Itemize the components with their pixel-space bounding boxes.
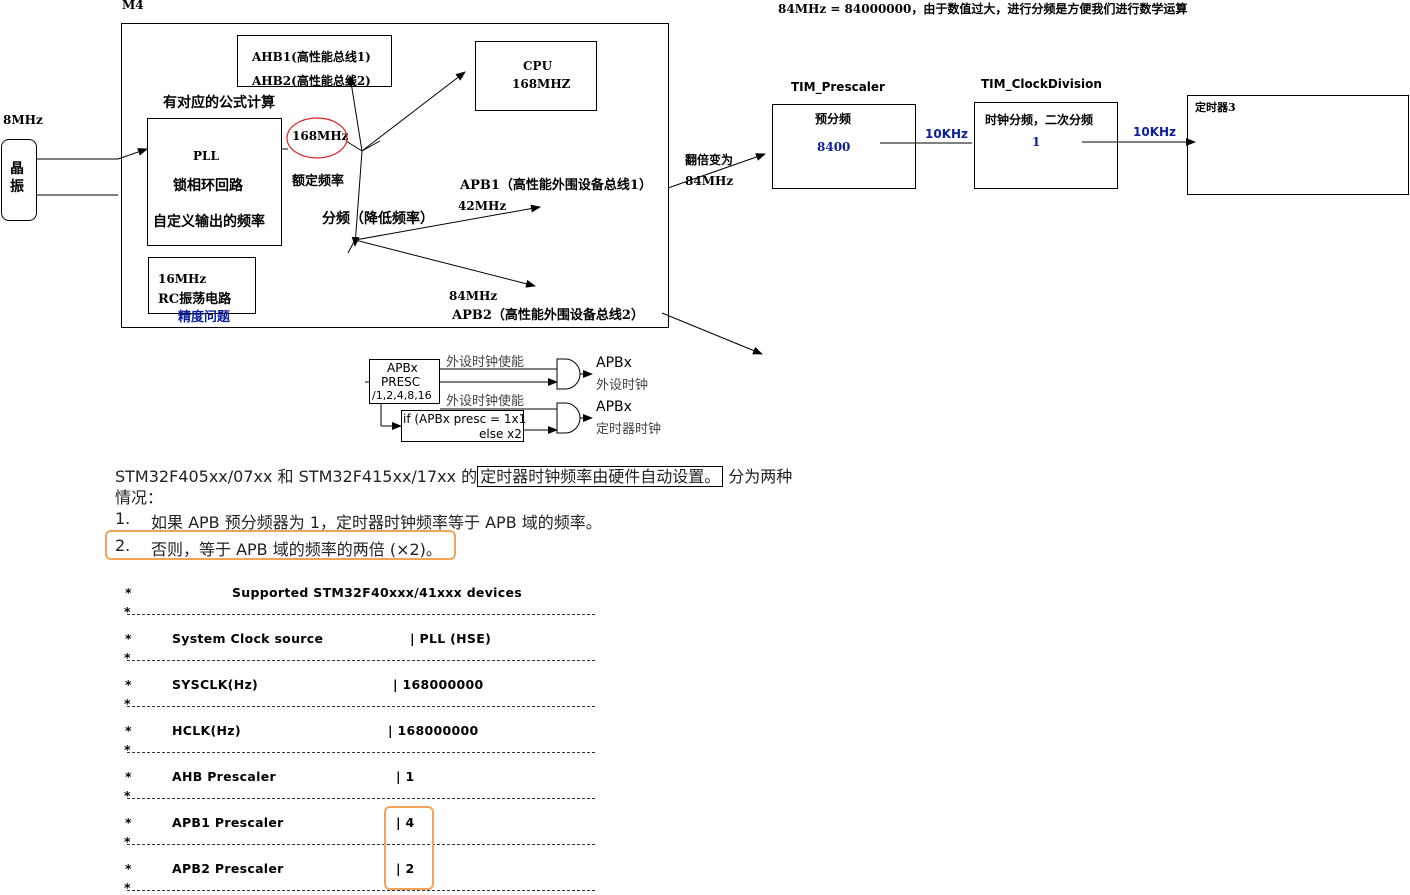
osc-to-pll-arrow (117, 148, 148, 160)
arrow-down-to-divider (351, 150, 363, 247)
gate1-shape (556, 358, 581, 390)
arrow-to-cpu (361, 71, 466, 152)
apb2-outside-arrow (661, 312, 763, 355)
split-stub (361, 140, 381, 152)
arrow-to-apb2 (354, 239, 536, 288)
apb1-to-prescaler-arrow (667, 153, 766, 189)
connector-lines (37, 71, 1196, 434)
arrow-to-ahb (347, 75, 363, 152)
divider-stub (347, 239, 356, 254)
gate2-shape (556, 402, 581, 434)
pll-to-split-line (345, 140, 363, 152)
pll-output-highlight-circle (286, 117, 348, 159)
arrow-to-apb1 (354, 204, 541, 241)
